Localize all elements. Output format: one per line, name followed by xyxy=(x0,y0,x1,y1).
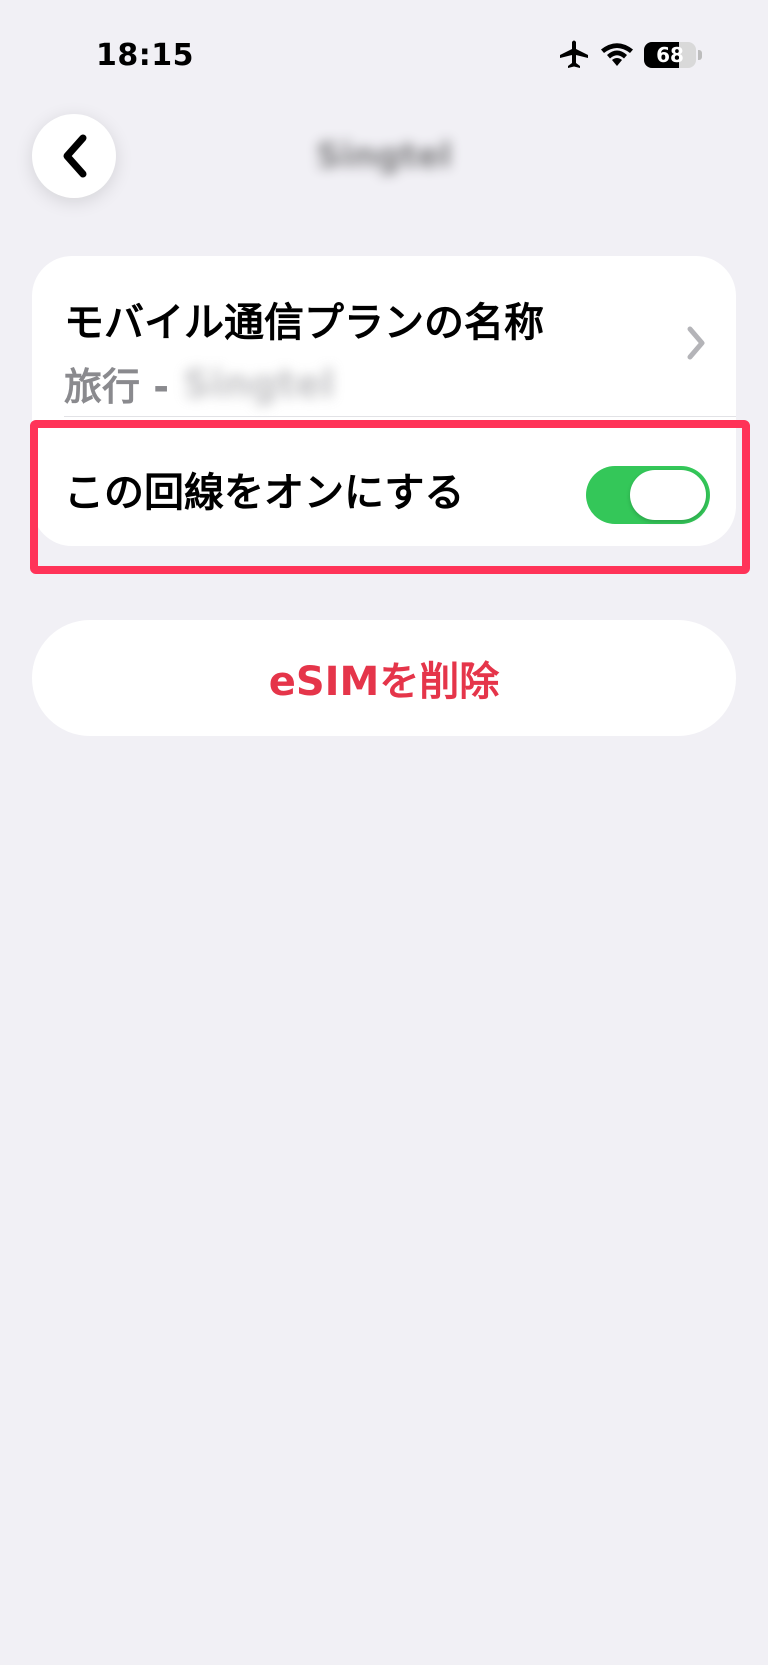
plan-name-carrier: Singtel xyxy=(183,361,335,406)
delete-esim-label: eSIMを削除 xyxy=(268,659,500,705)
chevron-right-icon xyxy=(687,326,705,360)
battery-nub xyxy=(698,50,702,60)
delete-esim-button[interactable]: eSIMを削除 xyxy=(32,620,736,736)
plan-name-row[interactable]: モバイル通信プランの名称 旅行 - Singtel xyxy=(32,256,736,416)
toggle-knob xyxy=(630,470,706,520)
settings-card: モバイル通信プランの名称 旅行 - Singtel この回線をオンにする xyxy=(32,256,736,546)
line-toggle-row: この回線をオンにする xyxy=(32,416,736,546)
plan-name-value: 旅行 - Singtel xyxy=(64,356,335,411)
airplane-icon xyxy=(560,40,588,68)
plan-name-prefix: 旅行 - xyxy=(64,365,170,409)
status-bar: 18:15 68 xyxy=(0,0,768,110)
line-toggle-label: この回線をオンにする xyxy=(64,470,465,516)
status-time: 18:15 xyxy=(96,38,194,73)
page-title: Singtel xyxy=(316,136,452,176)
battery-icon: 68 xyxy=(644,42,696,68)
plan-name-title: モバイル通信プランの名称 xyxy=(64,300,544,346)
battery-level: 68 xyxy=(656,43,684,67)
status-icons: 68 xyxy=(558,38,702,72)
line-toggle-switch[interactable] xyxy=(586,466,710,524)
wifi-icon xyxy=(601,43,633,66)
